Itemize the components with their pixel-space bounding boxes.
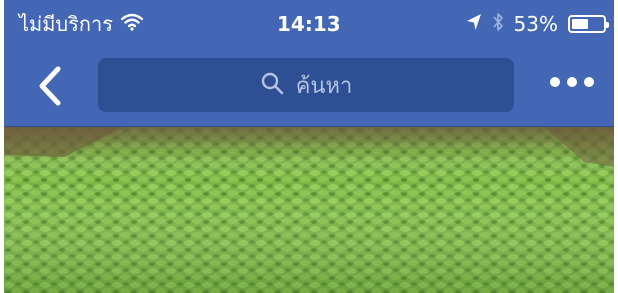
bluetooth-icon	[492, 12, 504, 36]
carrier-group: ไม่มีบริการ	[19, 12, 144, 36]
search-placeholder: ค้นหา	[295, 73, 353, 99]
app-screen: ไม่มีบริการ 14:13 53% ค้นหา	[4, 0, 614, 293]
cover-photo[interactable]	[4, 127, 614, 293]
carrier-label: ไม่มีบริการ	[19, 12, 113, 36]
battery-percent: 53%	[513, 12, 558, 36]
chevron-left-icon	[39, 66, 61, 106]
cover-photo-image	[4, 127, 614, 293]
header: ไม่มีบริการ 14:13 53% ค้นหา	[4, 0, 614, 127]
wifi-icon	[120, 12, 144, 36]
battery-level-fill	[572, 19, 588, 29]
status-bar: ไม่มีบริการ 14:13 53%	[4, 0, 614, 50]
search-input[interactable]: ค้นหา	[98, 58, 514, 112]
battery-icon	[568, 15, 609, 33]
search-icon	[260, 71, 284, 99]
back-button[interactable]	[34, 64, 66, 108]
more-dot	[584, 77, 594, 87]
more-button[interactable]	[550, 67, 594, 97]
location-arrow-icon	[466, 13, 482, 35]
more-dot	[550, 77, 560, 87]
status-right: 53%	[466, 12, 609, 36]
more-dot	[567, 77, 577, 87]
status-time: 14:13	[277, 12, 341, 36]
